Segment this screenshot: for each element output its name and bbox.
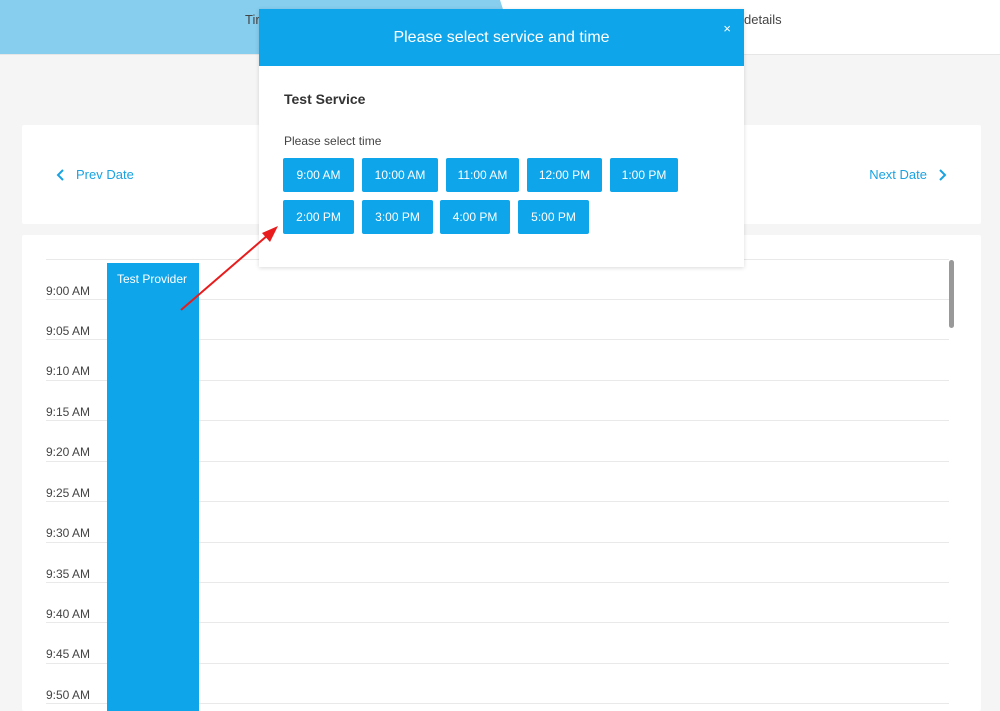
- schedule-grid: 9:00 AM 9:05 AM 9:10 AM 9:15 AM 9:20 AM …: [22, 235, 981, 711]
- select-time-label: Please select time: [284, 134, 382, 148]
- time-slot-label: 9:25 AM: [46, 486, 91, 500]
- time-slot-button[interactable]: 2:00 PM: [283, 200, 354, 234]
- chevron-right-icon: [939, 168, 947, 181]
- time-slot-button[interactable]: 11:00 AM: [446, 158, 519, 192]
- time-slot-label: 9:35 AM: [46, 567, 91, 581]
- time-slot-button[interactable]: 4:00 PM: [440, 200, 510, 234]
- prev-date-button[interactable]: Prev Date: [54, 167, 134, 182]
- time-slot-button[interactable]: 10:00 AM: [362, 158, 438, 192]
- prev-date-label: Prev Date: [76, 167, 134, 182]
- time-slot-button[interactable]: 5:00 PM: [518, 200, 589, 234]
- time-slot-label: 9:45 AM: [46, 647, 91, 661]
- select-service-modal: Please select service and time × Test Se…: [259, 9, 744, 267]
- time-slot-label: 9:40 AM: [46, 607, 91, 621]
- provider-name: Test Provider: [117, 272, 188, 286]
- provider-column[interactable]: Test Provider: [107, 263, 199, 711]
- time-slot-button[interactable]: 3:00 PM: [362, 200, 433, 234]
- time-slot-label: 9:30 AM: [46, 526, 91, 540]
- time-slot-label: 9:50 AM: [46, 688, 91, 702]
- time-slot-label: 9:05 AM: [46, 324, 91, 338]
- next-date-button[interactable]: Next Date: [869, 167, 949, 182]
- time-slot-label: 9:00 AM: [46, 284, 91, 298]
- step-details-label[interactable]: details: [744, 12, 782, 27]
- time-slot-label: 9:20 AM: [46, 445, 91, 459]
- close-icon[interactable]: ×: [723, 21, 731, 36]
- step-time-label[interactable]: Tir: [245, 12, 260, 27]
- next-date-label: Next Date: [869, 167, 927, 182]
- modal-title: Please select service and time: [393, 28, 610, 46]
- time-slot-button[interactable]: 9:00 AM: [283, 158, 354, 192]
- time-slot-label: 9:10 AM: [46, 364, 91, 378]
- chevron-left-icon: [56, 168, 64, 181]
- time-slot-button[interactable]: 12:00 PM: [527, 158, 602, 192]
- modal-header: Please select service and time ×: [259, 9, 744, 66]
- scrollbar-thumb[interactable]: [949, 260, 954, 328]
- time-slot-button[interactable]: 1:00 PM: [610, 158, 678, 192]
- service-name: Test Service: [284, 91, 366, 107]
- time-slot-label: 9:15 AM: [46, 405, 91, 419]
